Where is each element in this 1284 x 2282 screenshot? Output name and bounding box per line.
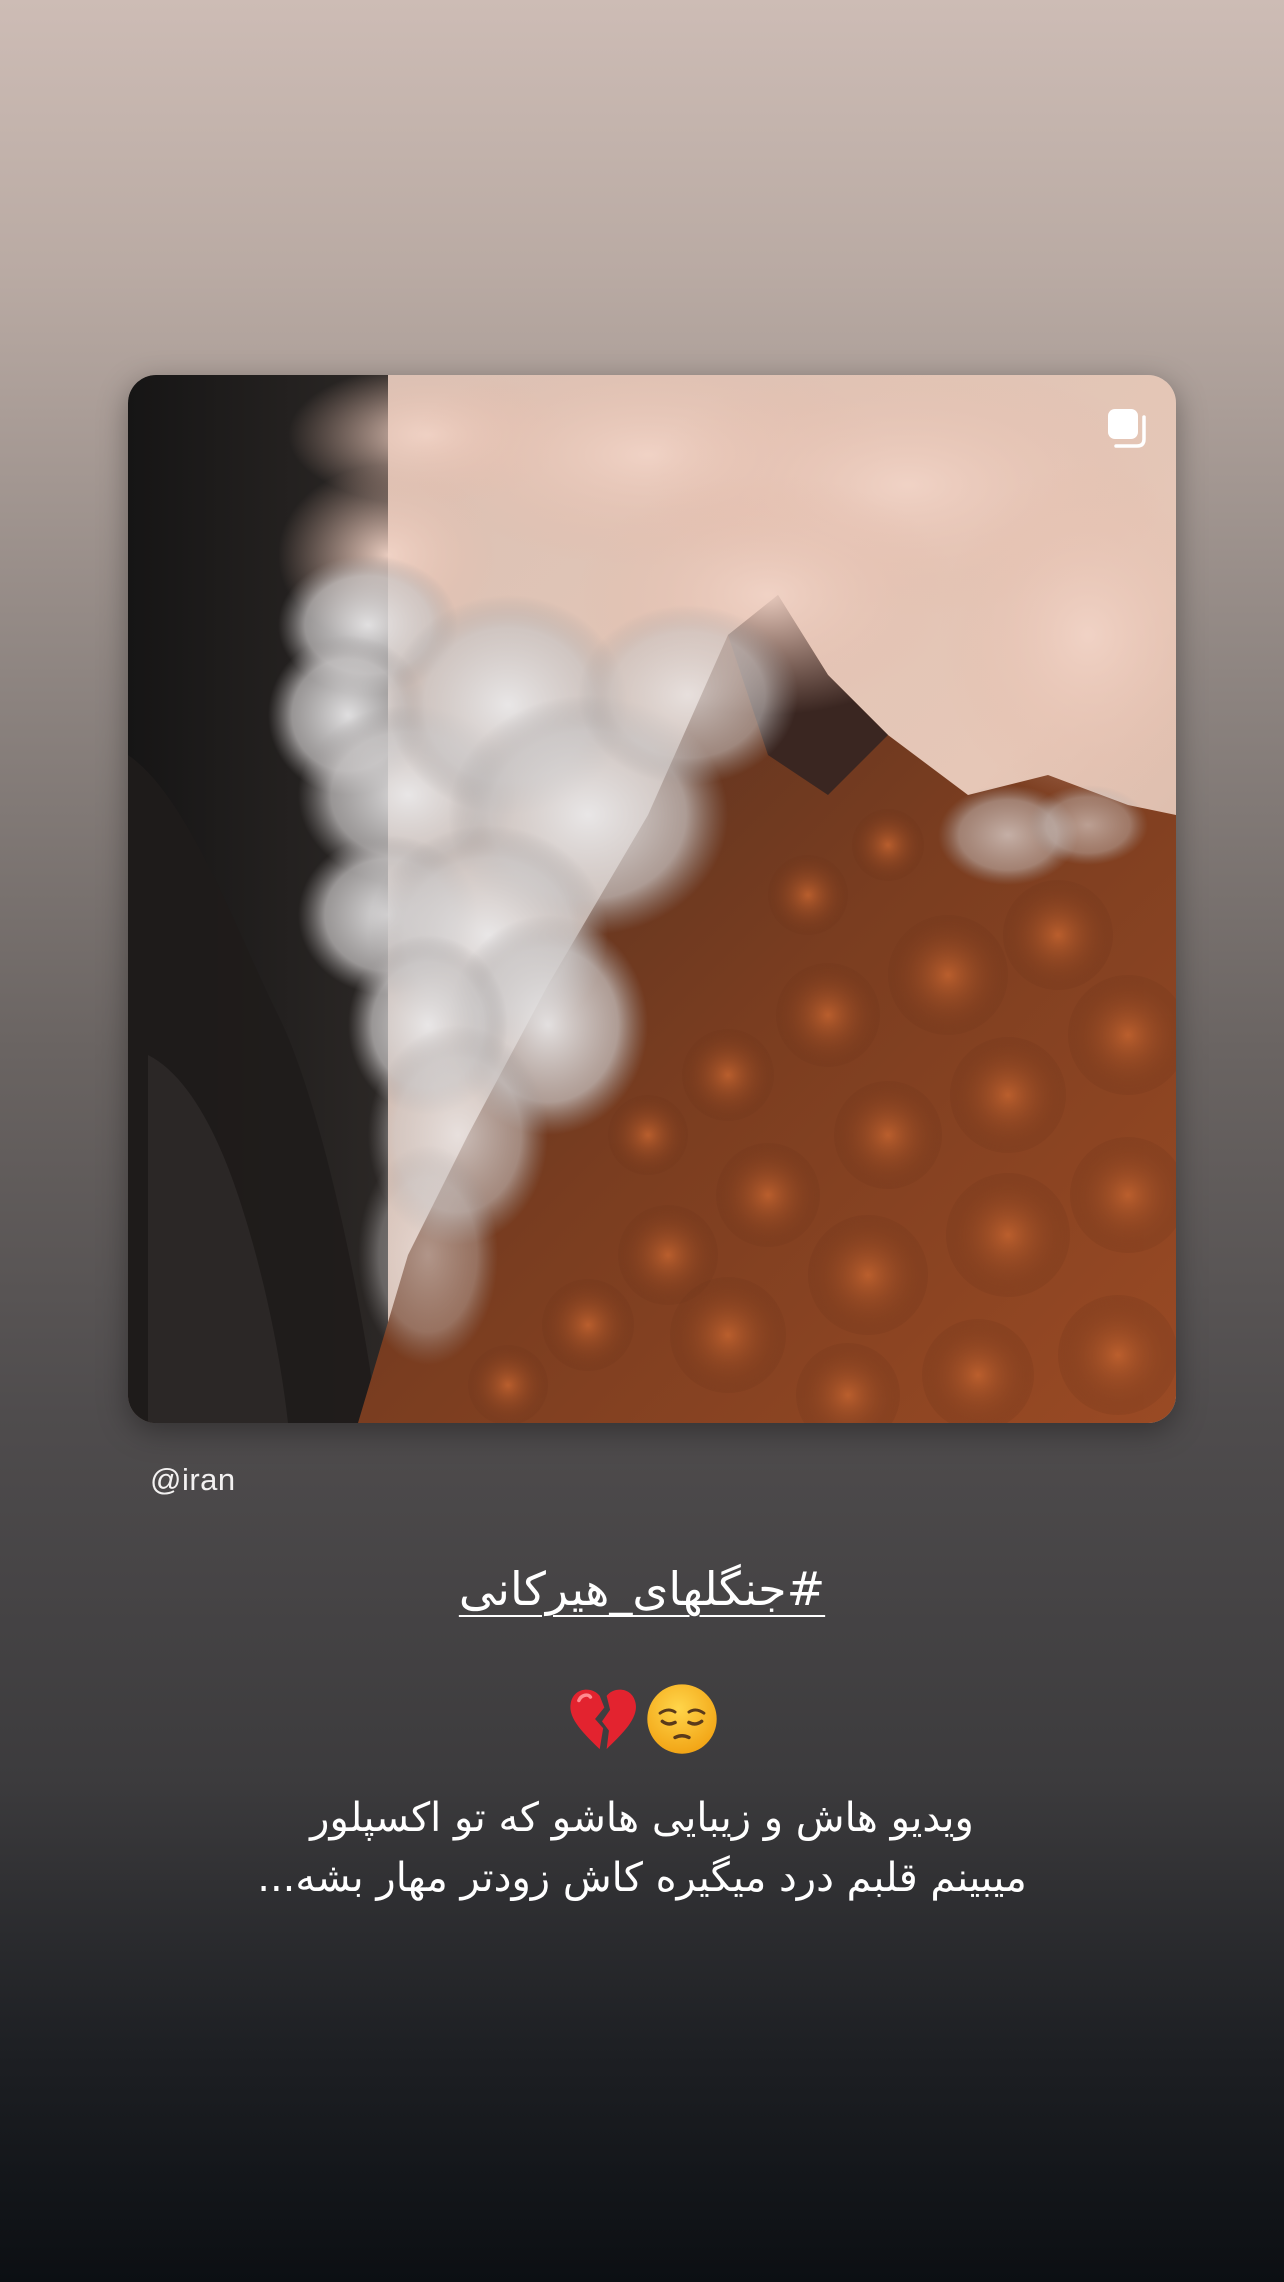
caption-line-1: ویدیو هاش و زیبایی هاشو که تو اکسپلور bbox=[310, 1795, 974, 1841]
multiple-posts-icon bbox=[1108, 409, 1146, 448]
pensive-face-emoji bbox=[647, 1684, 717, 1754]
shared-post-card[interactable] bbox=[128, 375, 1176, 1423]
emoji-row bbox=[0, 1682, 1284, 1756]
broken-heart-emoji bbox=[570, 1689, 636, 1750]
hashtag-link[interactable]: #جنگلهای_هیرکانی bbox=[0, 1562, 1284, 1616]
post-author-handle[interactable]: @iran bbox=[150, 1462, 236, 1498]
caption-line-2: میبینم قلبم درد میگیره کاش زودتر مهار بش… bbox=[257, 1855, 1027, 1901]
story-caption: ویدیو هاش و زیبایی هاشو که تو اکسپلور می… bbox=[0, 1788, 1284, 1908]
hashtag-text[interactable]: #جنگلهای_هیرکانی bbox=[459, 1562, 825, 1616]
wildfire-image bbox=[128, 375, 1176, 1423]
